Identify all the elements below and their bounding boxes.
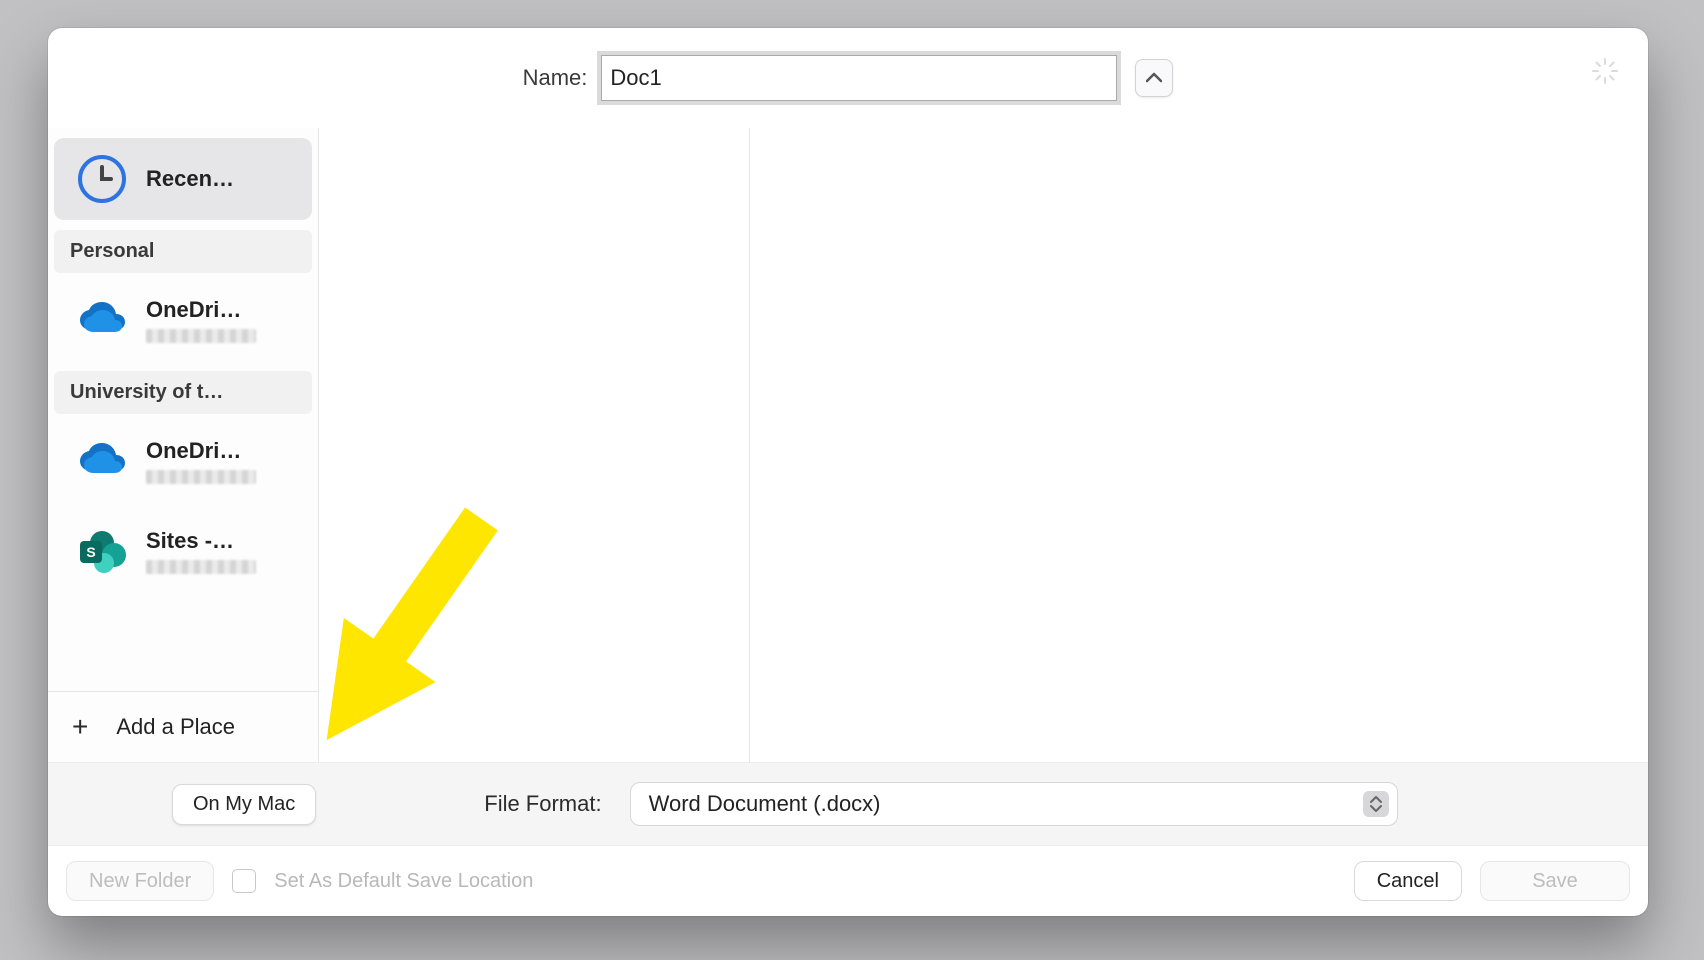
sidebar-item-onedrive-org[interactable]: OneDri… [54,420,312,502]
loading-spinner-icon [1590,56,1620,86]
format-bar: On My Mac File Format: Word Document (.d… [48,762,1648,846]
browser-pane [319,128,1648,762]
sidebar-item-sharepoint-sites[interactable]: S Sites -… [54,510,312,592]
places-sidebar: Recen… Personal OneDri… [48,128,319,762]
add-a-place-button[interactable]: + Add a Place [48,691,318,762]
onedrive-icon [74,296,130,344]
clock-icon [74,155,130,203]
middle-area: Recen… Personal OneDri… [48,128,1648,762]
save-dialog: Name: [48,28,1648,916]
sharepoint-icon: S [74,527,130,575]
name-label: Name: [523,65,588,91]
sidebar-item-label: Sites -… [146,528,256,554]
on-my-mac-button[interactable]: On My Mac [172,784,316,825]
add-place-label: Add a Place [116,714,235,740]
default-save-checkbox[interactable] [232,869,256,893]
file-format-select[interactable]: Word Document (.docx) [630,782,1398,826]
sidebar-item-label: Recen… [146,166,234,192]
file-format-value: Word Document (.docx) [649,791,881,817]
cancel-button[interactable]: Cancel [1354,861,1462,901]
expand-toggle-button[interactable] [1135,59,1173,97]
onedrive-icon [74,437,130,485]
pane-divider [749,128,750,762]
sidebar-item-recent[interactable]: Recen… [54,138,312,220]
action-bar: New Folder Set As Default Save Location … [48,846,1648,916]
save-button[interactable]: Save [1480,861,1630,901]
new-folder-button[interactable]: New Folder [66,861,214,901]
name-row: Name: [48,28,1648,128]
sidebar-item-label: OneDri… [146,297,256,323]
updown-stepper-icon [1363,791,1389,817]
sidebar-item-subtitle-blurred [146,560,256,574]
svg-text:S: S [86,544,95,560]
sidebar-group-personal: Personal [54,230,312,273]
sidebar-group-university: University of t… [54,371,312,414]
chevron-up-icon [1146,72,1162,84]
sidebar-item-subtitle-blurred [146,329,256,343]
plus-icon: + [72,713,88,741]
file-format-label: File Format: [484,791,601,817]
filename-input[interactable] [601,55,1117,101]
default-save-label: Set As Default Save Location [274,870,533,893]
sidebar-item-subtitle-blurred [146,470,256,484]
sidebar-item-label: OneDri… [146,438,256,464]
sidebar-item-onedrive-personal[interactable]: OneDri… [54,279,312,361]
